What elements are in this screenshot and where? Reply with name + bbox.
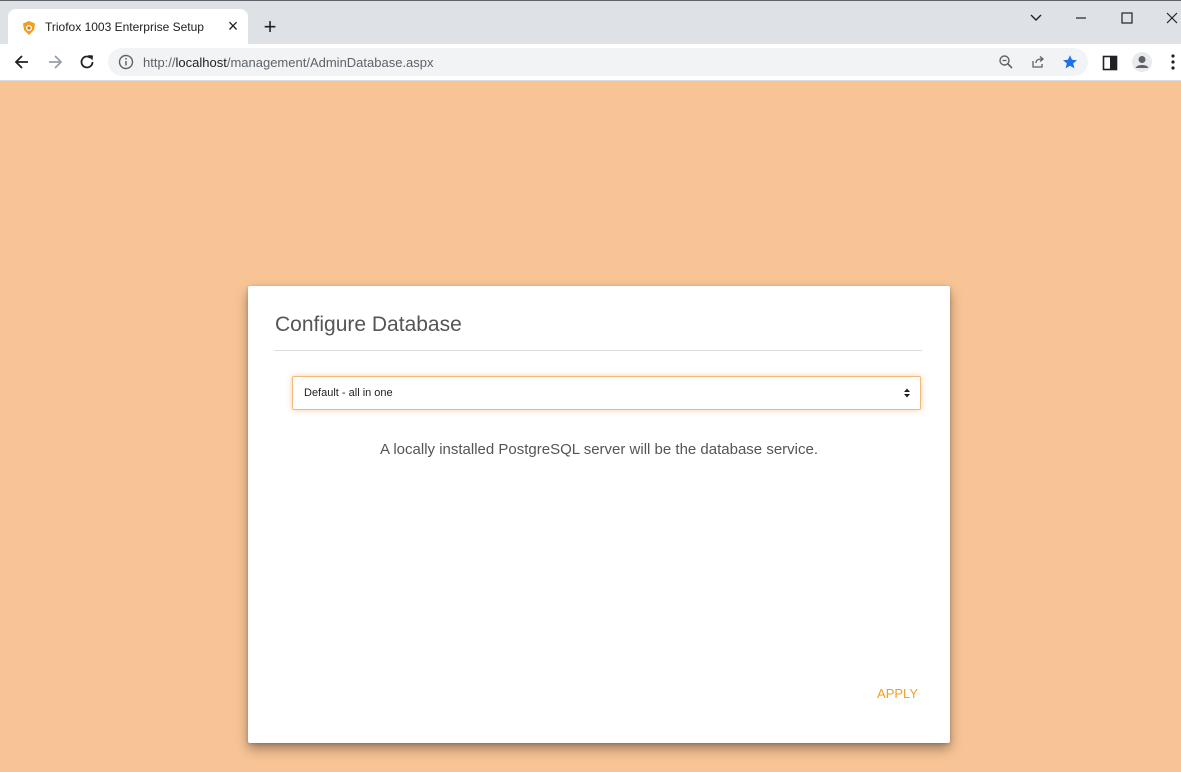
tab-search-chevron-icon[interactable] [1026, 9, 1046, 27]
database-type-select[interactable]: Default - all in one [292, 376, 921, 410]
forward-icon[interactable] [45, 52, 65, 72]
browser-toolbar: http://localhost/management/AdminDatabas… [0, 44, 1181, 81]
tab-strip: Triofox 1003 Enterprise Setup × + [0, 0, 1181, 45]
browser-tab[interactable]: Triofox 1003 Enterprise Setup × [8, 9, 248, 45]
card-title: Configure Database [275, 313, 462, 336]
back-icon[interactable] [12, 52, 32, 72]
tab-close-icon[interactable]: × [225, 17, 241, 35]
tab-title: Triofox 1003 Enterprise Setup [45, 20, 204, 34]
database-description: A locally installed PostgreSQL server wi… [380, 441, 818, 458]
url-text[interactable]: http://localhost/management/AdminDatabas… [143, 55, 434, 70]
share-icon[interactable] [1030, 54, 1046, 70]
bookmark-star-icon[interactable] [1062, 54, 1078, 70]
address-bar[interactable]: http://localhost/management/AdminDatabas… [108, 48, 1088, 76]
reload-icon[interactable] [77, 52, 97, 72]
maximize-icon[interactable] [1117, 9, 1137, 27]
new-tab-icon[interactable]: + [260, 16, 280, 38]
side-panel-icon[interactable] [1100, 53, 1120, 73]
triofox-favicon-icon [23, 21, 35, 35]
site-info-icon[interactable] [118, 54, 134, 70]
minimize-icon[interactable] [1071, 9, 1091, 27]
apply-button[interactable]: APPLY [858, 682, 918, 706]
select-updown-arrows-icon [904, 388, 910, 398]
browser-chrome: Triofox 1003 Enterprise Setup × + http:/… [0, 0, 1181, 81]
close-window-icon[interactable] [1162, 9, 1181, 27]
zoom-icon[interactable] [998, 54, 1014, 70]
database-type-selected-value: Default - all in one [304, 387, 393, 399]
title-divider [274, 350, 922, 351]
more-menu-icon[interactable] [1166, 52, 1180, 72]
configure-database-card: Configure Database Default - all in one … [248, 286, 950, 743]
profile-avatar-icon[interactable] [1131, 51, 1153, 73]
